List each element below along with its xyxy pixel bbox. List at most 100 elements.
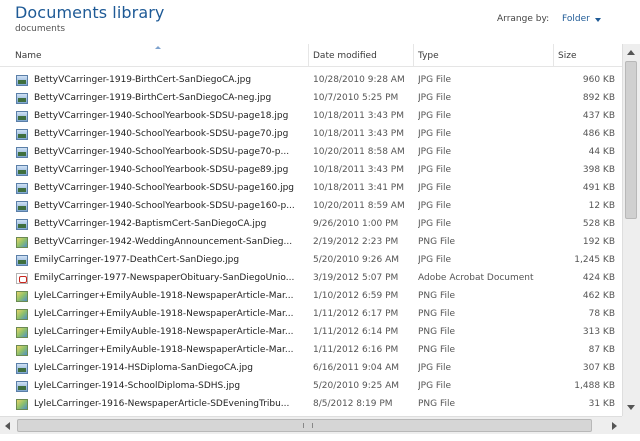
file-size: 44 KB [588,147,615,157]
file-size: 491 KB [582,183,615,193]
scrollbar-corner [622,416,640,434]
file-row[interactable]: BettyVCarringer-1940-SchoolYearbook-SDSU… [0,144,622,162]
file-name: LyleLCarringer+EmilyAuble-1918-Newspaper… [34,327,294,337]
library-subtitle: documents [15,24,66,34]
file-name: LyleLCarringer+EmilyAuble-1918-Newspaper… [34,291,294,301]
chevron-down-icon[interactable] [595,18,601,22]
scroll-left-arrow-icon[interactable] [5,422,10,430]
file-type: PNG File [418,291,456,301]
file-date-modified: 3/19/2012 5:07 PM [313,273,399,283]
file-date-modified: 1/11/2012 6:16 PM [313,345,399,355]
file-row[interactable]: LyleLCarringer-1914-SchoolDiploma-SDHS.j… [0,378,622,396]
file-type: Adobe Acrobat Document [418,273,534,283]
column-header-type[interactable]: Type [418,51,439,61]
file-type: JPG File [418,147,451,157]
file-name: BettyVCarringer-1919-BirthCert-SanDiegoC… [34,93,272,103]
file-type: JPG File [418,111,451,121]
column-header-name[interactable]: Name [15,51,42,61]
column-header-size[interactable]: Size [558,51,576,61]
file-size: 31 KB [588,399,615,409]
file-size: 462 KB [582,291,615,301]
column-divider[interactable] [308,44,309,66]
file-row[interactable]: BettyVCarringer-1942-WeddingAnnouncement… [0,234,622,252]
file-row[interactable]: BettyVCarringer-1940-SchoolYearbook-SDSU… [0,126,622,144]
jpg-file-icon [16,363,28,374]
file-type: JPG File [418,183,451,193]
file-row[interactable]: BettyVCarringer-1919-BirthCert-SanDiegoC… [0,72,622,90]
file-date-modified: 2/19/2012 2:23 PM [313,237,399,247]
file-row[interactable]: LyleLCarringer+EmilyAuble-1918-Newspaper… [0,324,622,342]
vertical-scrollbar[interactable] [622,44,640,416]
file-name: BettyVCarringer-1940-SchoolYearbook-SDSU… [34,183,295,193]
file-type: JPG File [418,165,451,175]
png-file-icon [16,291,28,302]
file-size: 486 KB [582,129,615,139]
png-file-icon [16,345,28,356]
jpg-file-icon [16,93,28,104]
jpg-file-icon [16,381,28,392]
file-row[interactable]: LyleLCarringer+EmilyAuble-1918-Newspaper… [0,288,622,306]
pdf-file-icon [16,273,28,284]
scroll-up-arrow-icon[interactable] [627,50,635,55]
file-type: PNG File [418,327,456,337]
file-row[interactable]: BettyVCarringer-1940-SchoolYearbook-SDSU… [0,108,622,126]
file-size: 192 KB [582,237,615,247]
file-list: BettyVCarringer-1919-BirthCert-SanDiegoC… [0,72,622,416]
file-type: PNG File [418,399,456,409]
scroll-right-arrow-icon[interactable] [612,422,617,430]
jpg-file-icon [16,75,28,86]
file-name: EmilyCarringer-1977-NewspaperObituary-Sa… [34,273,295,283]
jpg-file-icon [16,111,28,122]
file-size: 892 KB [582,93,615,103]
file-type: JPG File [418,363,451,373]
file-date-modified: 1/11/2012 6:17 PM [313,309,399,319]
file-type: JPG File [418,93,451,103]
file-date-modified: 10/18/2011 3:41 PM [313,183,404,193]
jpg-file-icon [16,165,28,176]
png-file-icon [16,309,28,320]
file-type: JPG File [418,381,451,391]
horizontal-scrollbar[interactable] [0,416,622,434]
sort-ascending-icon [155,46,161,49]
horizontal-scroll-thumb[interactable] [17,419,592,432]
scroll-down-arrow-icon[interactable] [627,405,635,410]
file-name: LyleLCarringer-1914-SchoolDiploma-SDHS.j… [34,381,241,391]
file-row[interactable]: BettyVCarringer-1942-BaptismCert-SanDieg… [0,216,622,234]
file-size: 398 KB [582,165,615,175]
file-type: PNG File [418,237,456,247]
file-name: BettyVCarringer-1940-SchoolYearbook-SDSU… [34,201,295,211]
arrange-by-dropdown[interactable]: Folder [562,14,590,24]
file-name: BettyVCarringer-1942-WeddingAnnouncement… [34,237,293,247]
file-size: 313 KB [582,327,615,337]
file-type: JPG File [418,219,451,229]
jpg-file-icon [16,219,28,230]
jpg-file-icon [16,255,28,266]
file-date-modified: 5/20/2010 9:26 AM [313,255,400,265]
file-date-modified: 1/11/2012 6:14 PM [313,327,399,337]
jpg-file-icon [16,129,28,140]
file-row[interactable]: LyleLCarringer-1916-NewspaperArticle-SDE… [0,396,622,414]
file-row[interactable]: LyleLCarringer-1914-HSDiploma-SanDiegoCA… [0,360,622,378]
column-divider[interactable] [553,44,554,66]
library-header: Documents library documents Arrange by: … [0,0,640,44]
file-row[interactable]: LyleLCarringer+EmilyAuble-1918-Newspaper… [0,342,622,360]
file-type: PNG File [418,309,456,319]
file-size: 528 KB [582,219,615,229]
column-divider[interactable] [413,44,414,66]
arrange-by-label: Arrange by: [497,14,550,24]
file-row[interactable]: EmilyCarringer-1977-NewspaperObituary-Sa… [0,270,622,288]
file-row[interactable]: BettyVCarringer-1940-SchoolYearbook-SDSU… [0,162,622,180]
file-row[interactable]: BettyVCarringer-1940-SchoolYearbook-SDSU… [0,180,622,198]
file-row[interactable]: BettyVCarringer-1940-SchoolYearbook-SDSU… [0,198,622,216]
file-size: 960 KB [582,75,615,85]
file-name: EmilyCarringer-1977-DeathCert-SanDiego.j… [34,255,240,265]
file-size: 78 KB [588,309,615,319]
file-row[interactable]: LyleLCarringer+EmilyAuble-1918-Newspaper… [0,306,622,324]
file-row[interactable]: EmilyCarringer-1977-DeathCert-SanDiego.j… [0,252,622,270]
file-row[interactable]: BettyVCarringer-1919-BirthCert-SanDiegoC… [0,90,622,108]
file-name: BettyVCarringer-1940-SchoolYearbook-SDSU… [34,165,289,175]
vertical-scroll-thumb[interactable] [625,61,637,219]
file-name: BettyVCarringer-1940-SchoolYearbook-SDSU… [34,111,289,121]
column-header-date-modified[interactable]: Date modified [313,51,377,61]
file-name: LyleLCarringer+EmilyAuble-1918-Newspaper… [34,345,294,355]
